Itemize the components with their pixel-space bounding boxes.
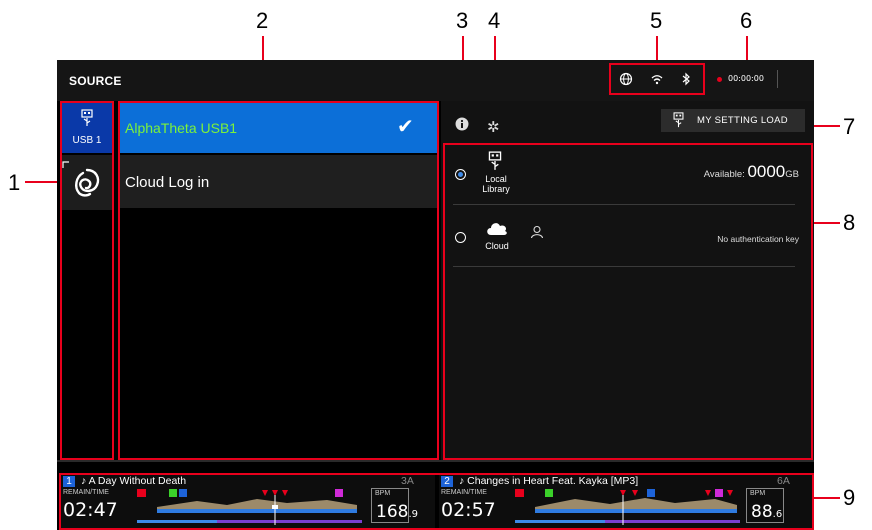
connection-status-group — [609, 63, 705, 95]
my-setting-load-label: MY SETTING LOAD — [697, 115, 788, 126]
recording-indicator — [717, 77, 722, 82]
bluetooth-icon — [681, 72, 691, 89]
callout-9: 9 — [843, 485, 856, 510]
usb-icon — [673, 112, 684, 133]
recording-time: 00:00:00 — [728, 74, 764, 83]
globe-icon — [619, 72, 633, 89]
device-screen: SOURCE 00:00:00 USB 1 AlphaTheta USB1 ✔ … — [57, 60, 814, 530]
my-setting-load-button[interactable]: MY SETTING LOAD — [661, 109, 805, 132]
callout-box-options — [443, 143, 813, 460]
callout-line-1 — [25, 181, 61, 183]
callout-3: 3 — [456, 8, 469, 33]
callout-line-8 — [812, 222, 840, 224]
callout-4: 4 — [488, 8, 501, 33]
divider — [777, 70, 778, 88]
info-icon[interactable] — [455, 117, 469, 136]
callout-line-9 — [812, 497, 840, 499]
callout-line-5 — [656, 36, 658, 63]
callout-5: 5 — [650, 8, 663, 33]
page-title: SOURCE — [69, 74, 122, 88]
callout-box-source-list — [118, 101, 439, 460]
callout-7: 7 — [843, 114, 856, 139]
callout-box-source-tabs — [60, 101, 114, 460]
callout-8: 8 — [843, 210, 856, 235]
callout-6: 6 — [740, 8, 753, 33]
top-bar: SOURCE 00:00:00 — [57, 60, 814, 101]
callout-box-decks — [59, 473, 814, 530]
wifi-icon — [650, 72, 664, 89]
callout-2: 2 — [256, 8, 269, 33]
callout-1: 1 — [8, 170, 21, 195]
divider — [57, 460, 814, 462]
gear-icon[interactable]: ✲ — [487, 118, 500, 136]
